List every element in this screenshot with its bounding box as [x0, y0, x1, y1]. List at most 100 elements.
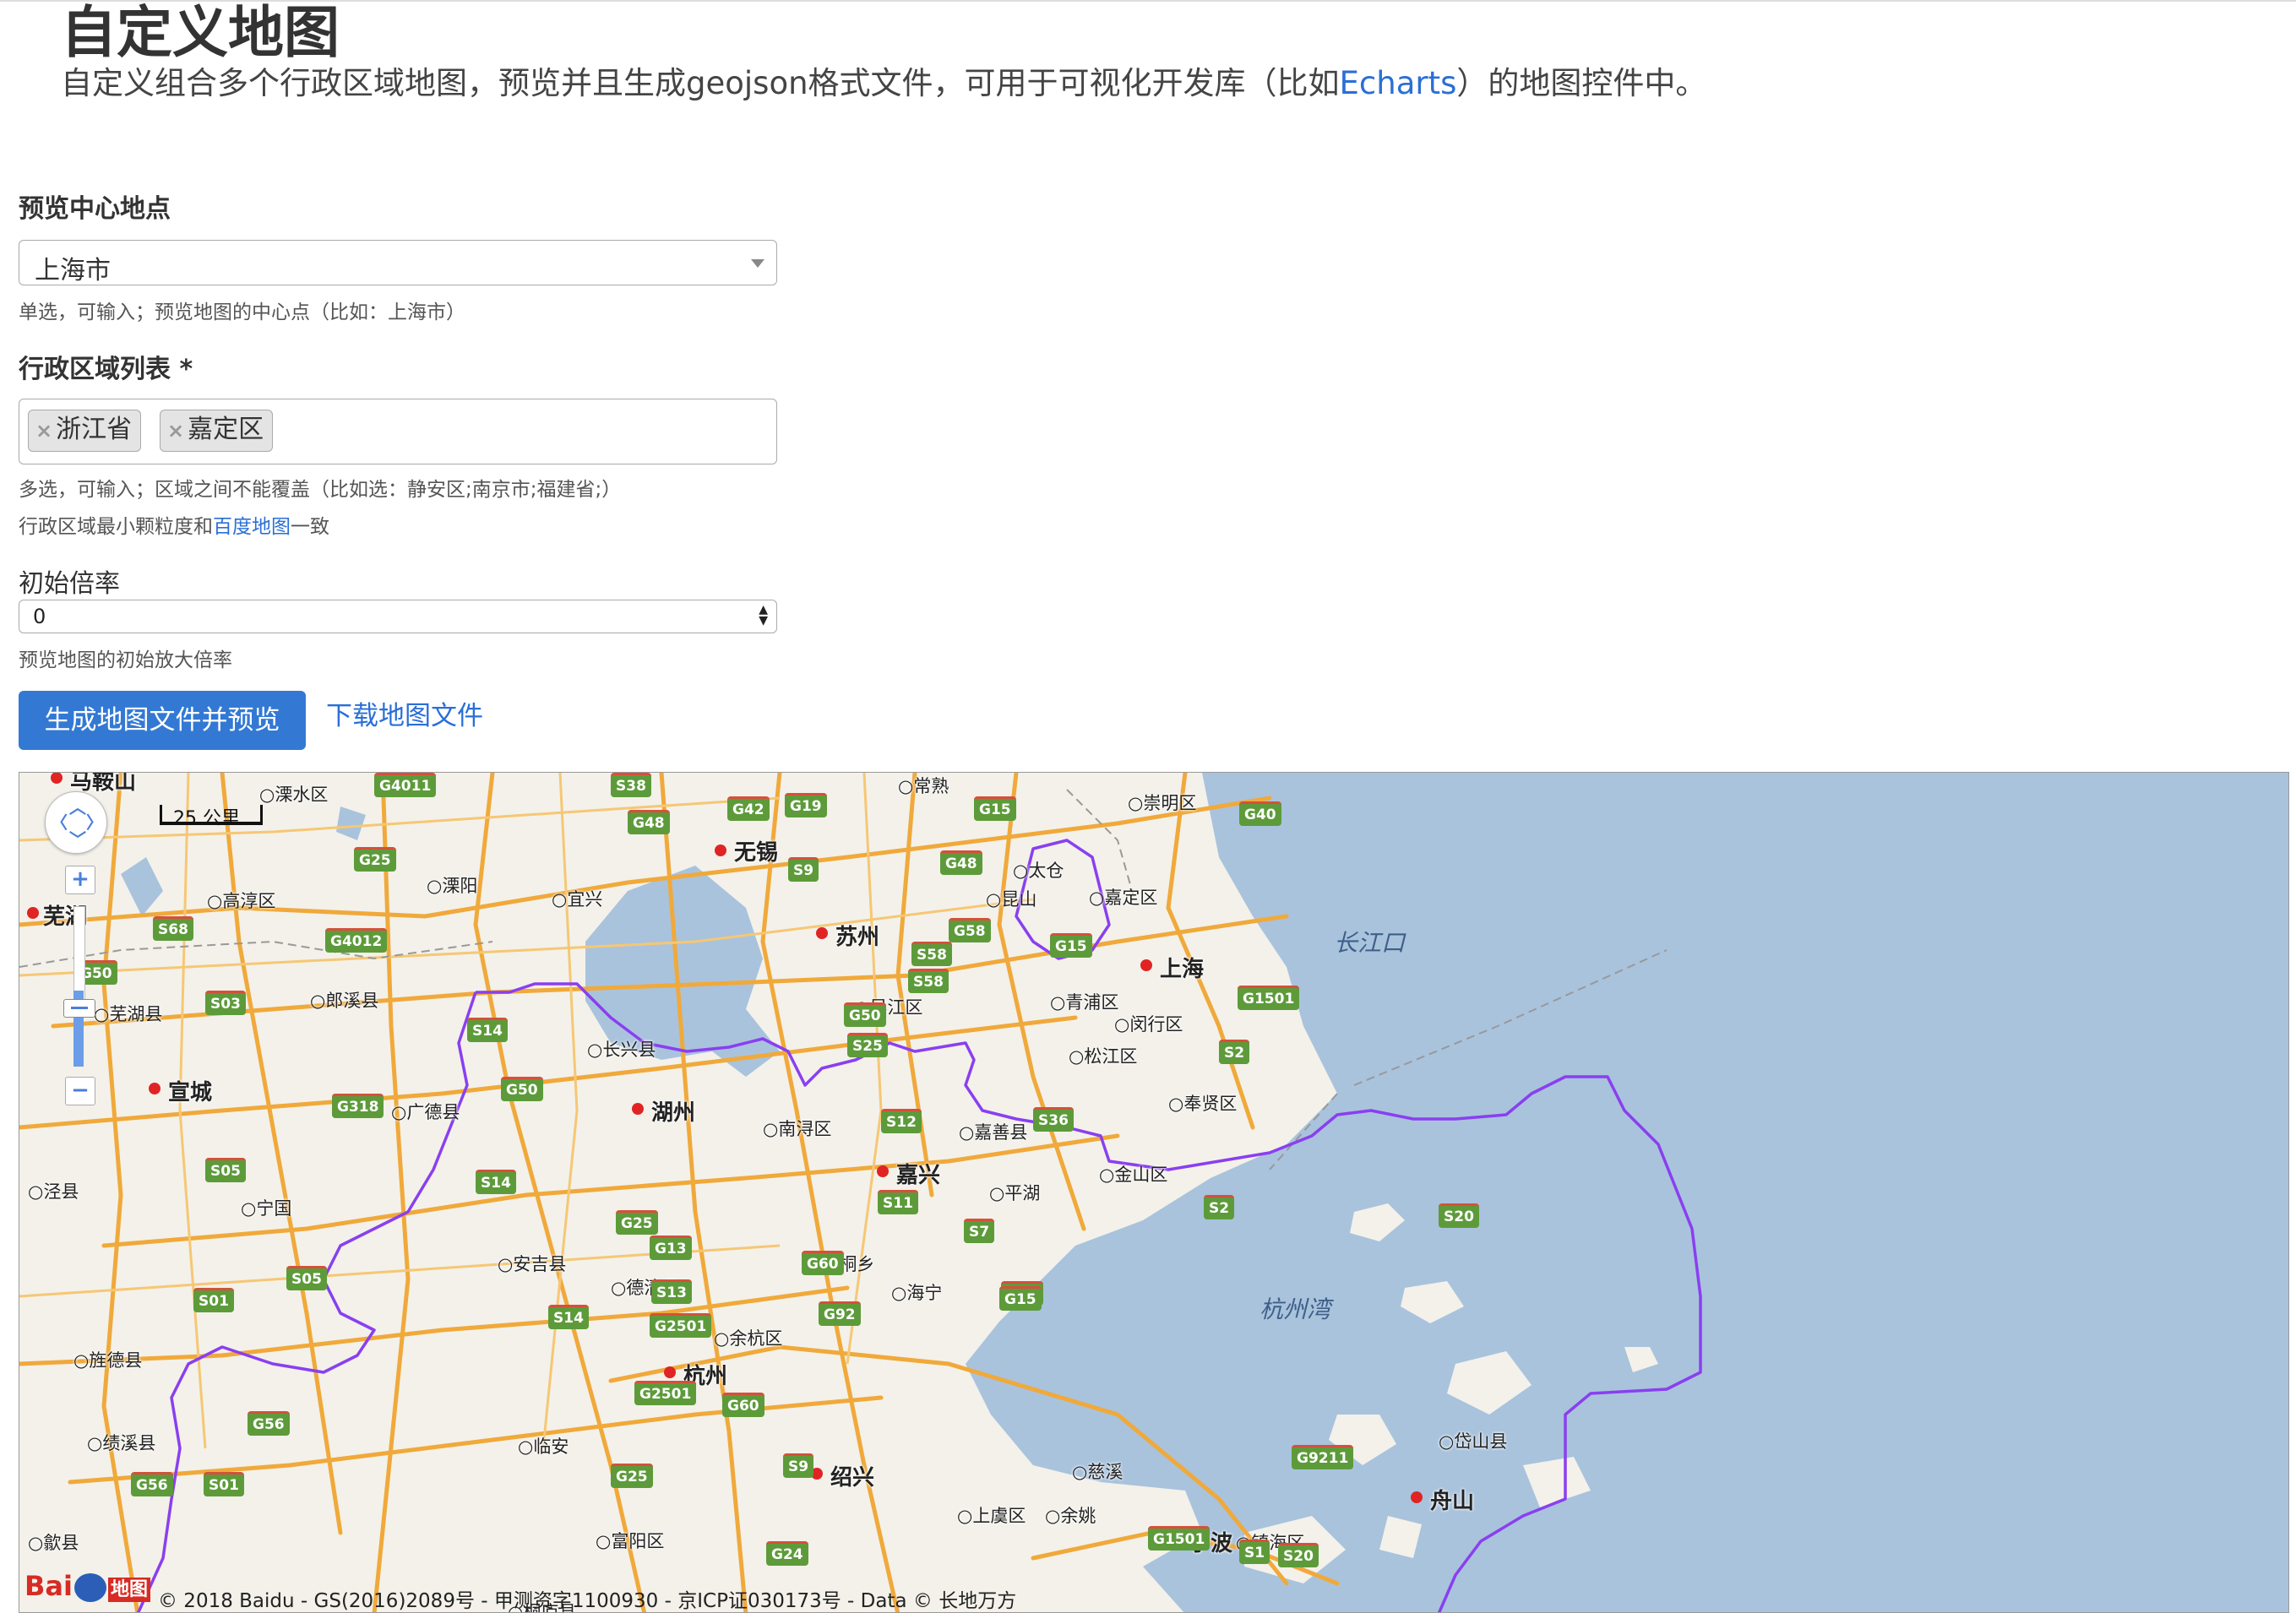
- city-label-major: 绍兴: [830, 1465, 875, 1491]
- help-text-end: 一致: [291, 516, 329, 538]
- city-marker: [27, 907, 39, 919]
- sea-label: 杭州湾: [1260, 1295, 1331, 1323]
- highway-shield: S05: [205, 1158, 246, 1182]
- logo-text: Bai: [24, 1570, 73, 1602]
- highway-shield: G1501: [1238, 986, 1300, 1010]
- city-label: ○宁国: [241, 1198, 292, 1219]
- highway-shield: G56: [131, 1472, 173, 1496]
- city-label: ○长兴县: [587, 1040, 656, 1060]
- chevron-down-icon: [751, 259, 764, 268]
- city-marker: [632, 1103, 644, 1115]
- zoom-handle[interactable]: [63, 999, 95, 1018]
- highway-shield: G318: [332, 1094, 384, 1118]
- city-label: ○南浔区: [763, 1119, 832, 1139]
- city-label: ○芜湖县: [94, 1004, 163, 1024]
- city-marker: [1140, 959, 1152, 971]
- chip-remove-icon[interactable]: ×: [167, 419, 184, 443]
- generate-preview-button[interactable]: 生成地图文件并预览: [19, 691, 306, 750]
- pan-control[interactable]: ︿ ﹀ 〈 〉: [45, 791, 107, 854]
- help-text: 行政区域最小颗粒度和: [19, 516, 213, 538]
- city-label: ○余姚: [1045, 1506, 1096, 1526]
- highway-shield: S9: [788, 857, 819, 882]
- city-marker: [51, 773, 63, 784]
- city-label: ○溧水区: [259, 785, 329, 805]
- city-marker: [715, 845, 726, 856]
- chip-remove-icon[interactable]: ×: [35, 419, 52, 443]
- city-marker: [816, 927, 828, 939]
- baidu-paw-icon: [73, 1573, 106, 1602]
- center-select-value: 上海市: [35, 256, 111, 285]
- center-select[interactable]: 上海市: [19, 240, 777, 285]
- zoom-out-button[interactable]: −: [65, 1077, 95, 1105]
- sea-area: [966, 773, 2288, 1612]
- zoom-help: 预览地图的初始放大倍率: [19, 649, 232, 671]
- city-label: ○上虞区: [957, 1506, 1026, 1526]
- sea-label: 长江口: [1334, 929, 1406, 957]
- highway-shield: S14: [467, 1018, 508, 1042]
- zoom-in-button[interactable]: +: [65, 866, 95, 894]
- city-label: ○广德县: [391, 1102, 460, 1122]
- updown-arrows-icon: ▲ ▼: [759, 603, 768, 627]
- highway-shield: S58: [908, 969, 949, 993]
- city-label: ○海宁: [891, 1283, 943, 1303]
- highway-shield: G92: [819, 1301, 861, 1326]
- regions-help: 多选，可输入；区域之间不能覆盖（比如选：静安区;南京市;福建省;）: [19, 479, 622, 501]
- highway-shield: G56: [248, 1411, 290, 1436]
- logo-text-2: 地图: [107, 1578, 150, 1602]
- highway-shield: G15: [1050, 933, 1092, 958]
- highway-shield: G50: [501, 1077, 543, 1101]
- pan-up-icon[interactable]: ︿: [69, 794, 86, 818]
- pan-down-icon[interactable]: ﹀: [69, 826, 86, 850]
- highway-shield: G60: [722, 1393, 764, 1417]
- highway-shield: G2501: [650, 1313, 712, 1338]
- highway-shield: S12: [881, 1109, 922, 1133]
- highway-shield: G58: [949, 918, 991, 942]
- highway-shield: S58: [911, 942, 952, 966]
- regions-multiselect[interactable]: × 浙江省 × 嘉定区: [19, 399, 777, 464]
- city-marker: [664, 1366, 676, 1378]
- city-label: ○岱山县: [1439, 1431, 1508, 1452]
- city-label: ○宜兴: [552, 889, 603, 910]
- highway-shield: S05: [286, 1266, 327, 1290]
- highway-shield: G19: [785, 793, 827, 817]
- city-label: ○高淳区: [207, 891, 276, 911]
- highway-shield: G42: [727, 796, 770, 821]
- map-preview[interactable]: 无锡 苏州 上海 湖州 嘉兴 杭州 绍兴 宁波 舟山 宣城 芜湖 马鞍山 ○常熟 ○崇明区 ○太仓 ○昆山 ○嘉…: [19, 772, 2289, 1613]
- highway-shield: G2501: [634, 1381, 697, 1405]
- city-marker: [149, 1083, 161, 1094]
- highway-shield: S7: [964, 1219, 995, 1243]
- highway-shield: G4012: [325, 928, 388, 953]
- highway-shield: G48: [940, 850, 982, 875]
- city-label: ○闵行区: [1114, 1014, 1183, 1035]
- city-label: ○崇明区: [1128, 793, 1197, 813]
- highway-shield: G4011: [374, 773, 437, 797]
- highway-shield: G48: [628, 810, 670, 834]
- city-label: ○昆山: [986, 889, 1037, 910]
- city-label: ○郎溪县: [310, 991, 379, 1011]
- chip-label: 浙江省: [56, 415, 133, 444]
- download-map-link[interactable]: 下载地图文件: [326, 694, 483, 732]
- baidu-logo[interactable]: Bai 地图: [24, 1570, 150, 1602]
- city-label-major: 湖州: [651, 1100, 696, 1126]
- city-label-major: 无锡: [734, 840, 779, 866]
- top-divider: [0, 0, 2296, 2]
- pan-left-icon[interactable]: 〈: [51, 809, 68, 834]
- city-marker: [1411, 1491, 1423, 1503]
- zoom-select[interactable]: 0 ▲ ▼: [19, 600, 777, 633]
- region-chip: × 嘉定区: [160, 410, 274, 452]
- city-label-major: 宣城: [168, 1080, 213, 1105]
- regions-help-2: 行政区域最小颗粒度和百度地图一致: [19, 510, 329, 539]
- city-label: ○富阳区: [596, 1531, 665, 1551]
- highway-shield: G24: [766, 1541, 808, 1566]
- city-label-major: 舟山: [1430, 1489, 1475, 1514]
- baidu-map-link[interactable]: 百度地图: [213, 516, 291, 538]
- city-marker: [877, 1165, 889, 1177]
- city-label-major: 苏州: [835, 925, 880, 950]
- highway-shield: S2: [1219, 1040, 1250, 1064]
- echarts-link[interactable]: Echarts: [1340, 65, 1457, 101]
- city-label: ○嘉善县: [959, 1122, 1028, 1143]
- highway-shield: S36: [1033, 1107, 1074, 1132]
- highway-shield: S14: [476, 1170, 516, 1194]
- highway-shield: G40: [1239, 801, 1281, 826]
- pan-right-icon[interactable]: 〉: [86, 809, 103, 834]
